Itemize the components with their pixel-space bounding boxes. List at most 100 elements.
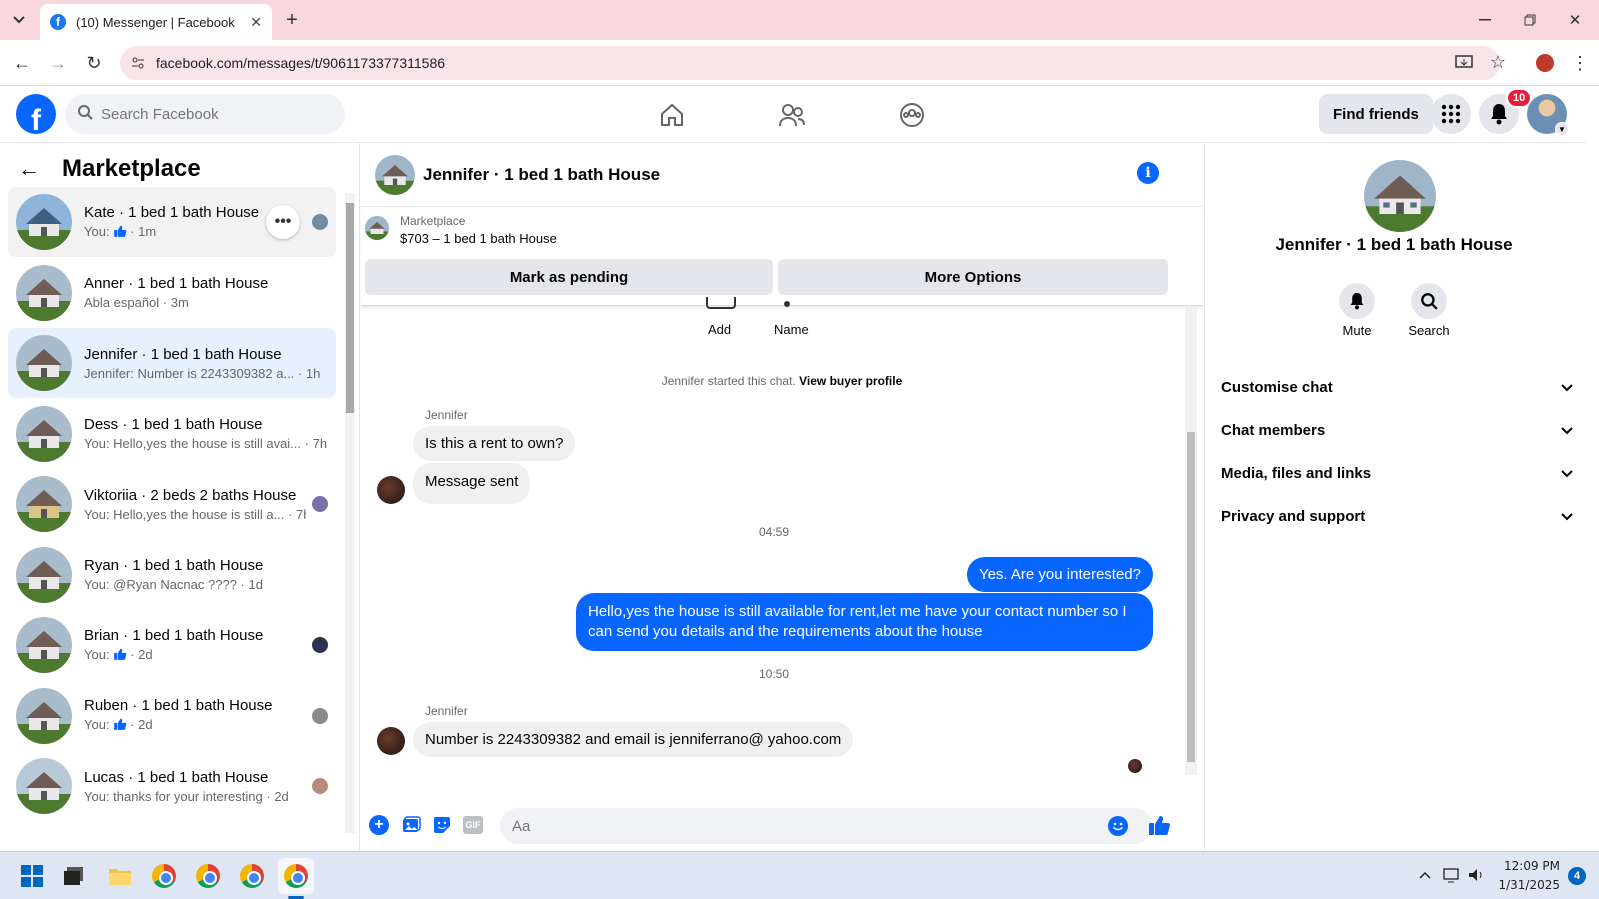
- customise-chat-row[interactable]: Customise chat: [1221, 367, 1573, 407]
- more-options-button[interactable]: More Options: [778, 259, 1168, 295]
- view-buyer-profile-link[interactable]: View buyer profile: [799, 374, 902, 388]
- conversation-row[interactable]: Viktoriia · 2 beds 2 baths House You: Hel…: [8, 469, 336, 539]
- bookmark-star-icon[interactable]: ☆: [1486, 50, 1510, 74]
- reload-icon[interactable]: ↻: [82, 52, 106, 74]
- conversation-row[interactable]: Jennifer · 1 bed 1 bath House Jennifer: N…: [8, 328, 336, 398]
- composer-input-box[interactable]: [500, 808, 1152, 844]
- photo-icon[interactable]: [401, 815, 421, 840]
- chrome-app-icon-active[interactable]: [278, 858, 314, 894]
- address-bar[interactable]: facebook.com/messages/t/9061173377311586: [120, 46, 1500, 80]
- close-window-icon[interactable]: ✕: [1563, 10, 1587, 30]
- chrome-app-icon[interactable]: [146, 858, 182, 894]
- conversation-row[interactable]: Kate · 1 bed 1 bath House You: · 1m •••: [8, 187, 336, 257]
- browser-menu-icon[interactable]: ⋮: [1571, 52, 1589, 74]
- conversation-avatar: [16, 687, 72, 744]
- chat-title[interactable]: Jennifer · 1 bed 1 bath House: [423, 165, 660, 185]
- incoming-message[interactable]: Is this a rent to own?: [413, 426, 576, 461]
- minimize-icon[interactable]: [1473, 10, 1497, 30]
- sticker-icon[interactable]: [432, 815, 452, 840]
- friends-nav-icon[interactable]: [737, 96, 847, 134]
- conversation-info: Ryan · 1 bed 1 bath House You: @Ryan Nacn…: [84, 557, 328, 592]
- facebook-logo-icon[interactable]: f: [16, 94, 56, 134]
- thumbs-up-icon[interactable]: [1147, 813, 1171, 842]
- section-label: Chat members: [1221, 421, 1326, 439]
- conversation-row[interactable]: Brian · 1 bed 1 bath House You: · 2d: [8, 610, 336, 680]
- forward-icon[interactable]: →: [46, 52, 70, 74]
- search-chat-icon[interactable]: [1411, 283, 1447, 319]
- search-input[interactable]: [101, 105, 321, 123]
- chrome-app-icon[interactable]: [234, 858, 270, 894]
- mark-pending-button[interactable]: Mark as pending: [365, 259, 773, 295]
- tab-title: (10) Messenger | Facebook: [76, 14, 235, 30]
- install-app-icon[interactable]: [1452, 52, 1476, 74]
- conversation-row[interactable]: Ryan · 1 bed 1 bath House You: @Ryan Nacn…: [8, 540, 336, 610]
- clock-date[interactable]: 1/31/2025: [1494, 878, 1560, 892]
- emoji-icon[interactable]: [1108, 816, 1128, 836]
- search-box[interactable]: [65, 94, 345, 134]
- outgoing-message[interactable]: Hello,yes the house is still available f…: [576, 593, 1153, 651]
- notification-center-badge[interactable]: 4: [1568, 867, 1586, 885]
- details-avatar[interactable]: [1364, 160, 1436, 232]
- show-hidden-icons[interactable]: [1416, 866, 1434, 884]
- account-chevron-icon[interactable]: ▼: [1555, 122, 1569, 136]
- thread-scrollbar[interactable]: [1185, 307, 1197, 775]
- close-tab-icon[interactable]: ✕: [250, 14, 262, 31]
- incoming-message[interactable]: Message sent: [413, 463, 531, 504]
- home-nav-icon[interactable]: [617, 96, 727, 134]
- back-icon[interactable]: ←: [10, 52, 34, 74]
- new-tab-icon[interactable]: +: [280, 9, 304, 31]
- groups-nav-icon[interactable]: [857, 96, 967, 134]
- info-icon[interactable]: i: [1137, 162, 1159, 184]
- gif-icon[interactable]: GIF: [463, 816, 483, 834]
- sidebar-scroll-thumb[interactable]: [346, 203, 354, 413]
- site-settings-icon[interactable]: [130, 55, 146, 74]
- network-icon[interactable]: [1442, 866, 1462, 884]
- more-options-icon[interactable]: •••: [266, 205, 300, 239]
- sender-avatar[interactable]: [377, 727, 405, 755]
- snippet-time: 3m: [170, 295, 189, 310]
- browser-tab[interactable]: f (10) Messenger | Facebook ✕: [40, 4, 272, 40]
- profile-avatar-icon[interactable]: [1536, 54, 1554, 72]
- privacy-support-row[interactable]: Privacy and support: [1221, 496, 1573, 536]
- task-view-icon[interactable]: [56, 858, 92, 894]
- mute-bell-icon[interactable]: [1339, 283, 1375, 319]
- windows-start-icon[interactable]: [14, 858, 50, 894]
- sender-avatar[interactable]: [377, 476, 405, 504]
- thread-scroll-thumb[interactable]: [1187, 432, 1195, 762]
- page-scrollbar[interactable]: [1586, 86, 1599, 851]
- file-explorer-icon[interactable]: [102, 858, 138, 894]
- conversation-title: Ryan · 1 bed 1 bath House: [84, 557, 264, 574]
- chrome-app-icon[interactable]: [190, 858, 226, 894]
- volume-icon[interactable]: [1466, 866, 1486, 884]
- chat-avatar[interactable]: [375, 154, 415, 195]
- listing-title[interactable]: $703 – 1 bed 1 bath House: [400, 231, 557, 246]
- clock-time[interactable]: 12:09 PM: [1500, 859, 1560, 873]
- back-arrow-icon[interactable]: ←: [18, 156, 40, 182]
- mute-label[interactable]: Mute: [1335, 323, 1379, 338]
- outgoing-message[interactable]: Yes. Are you interested?: [966, 557, 1153, 592]
- conversation-row[interactable]: Anner · 1 bed 1 bath House Abla español ·…: [8, 258, 336, 328]
- name-icon[interactable]: [784, 301, 790, 307]
- like-icon: [113, 647, 127, 664]
- like-icon: [113, 224, 127, 241]
- tab-list-icon[interactable]: [8, 10, 30, 30]
- chat-members-row[interactable]: Chat members: [1221, 410, 1573, 450]
- sidebar-title: Marketplace: [62, 155, 201, 182]
- media-files-links-row[interactable]: Media, files and links: [1221, 453, 1573, 493]
- find-friends-button[interactable]: Find friends: [1319, 94, 1433, 134]
- menu-grid-icon[interactable]: [1431, 94, 1471, 134]
- conversation-row[interactable]: Ruben · 1 bed 1 bath House You: · 2d: [8, 681, 336, 751]
- restore-icon[interactable]: [1518, 10, 1542, 30]
- plus-icon[interactable]: +: [369, 815, 389, 835]
- incoming-message[interactable]: Number is 2243309382 and email is jennif…: [413, 722, 854, 757]
- conversation-title: Kate · 1 bed 1 bath House: [84, 203, 260, 221]
- add-contact-icon[interactable]: [706, 297, 736, 309]
- name-label[interactable]: Name: [774, 322, 809, 337]
- sidebar-scrollbar[interactable]: [345, 193, 355, 833]
- seen-avatar: [312, 214, 328, 230]
- conversation-row[interactable]: Dess · 1 bed 1 bath House You: Hello,yes …: [8, 399, 336, 469]
- add-label[interactable]: Add: [708, 322, 731, 337]
- conversation-row[interactable]: Lucas · 1 bed 1 bath House You: thanks fo…: [8, 751, 336, 821]
- search-label[interactable]: Search: [1405, 323, 1453, 338]
- message-input[interactable]: [512, 817, 1072, 835]
